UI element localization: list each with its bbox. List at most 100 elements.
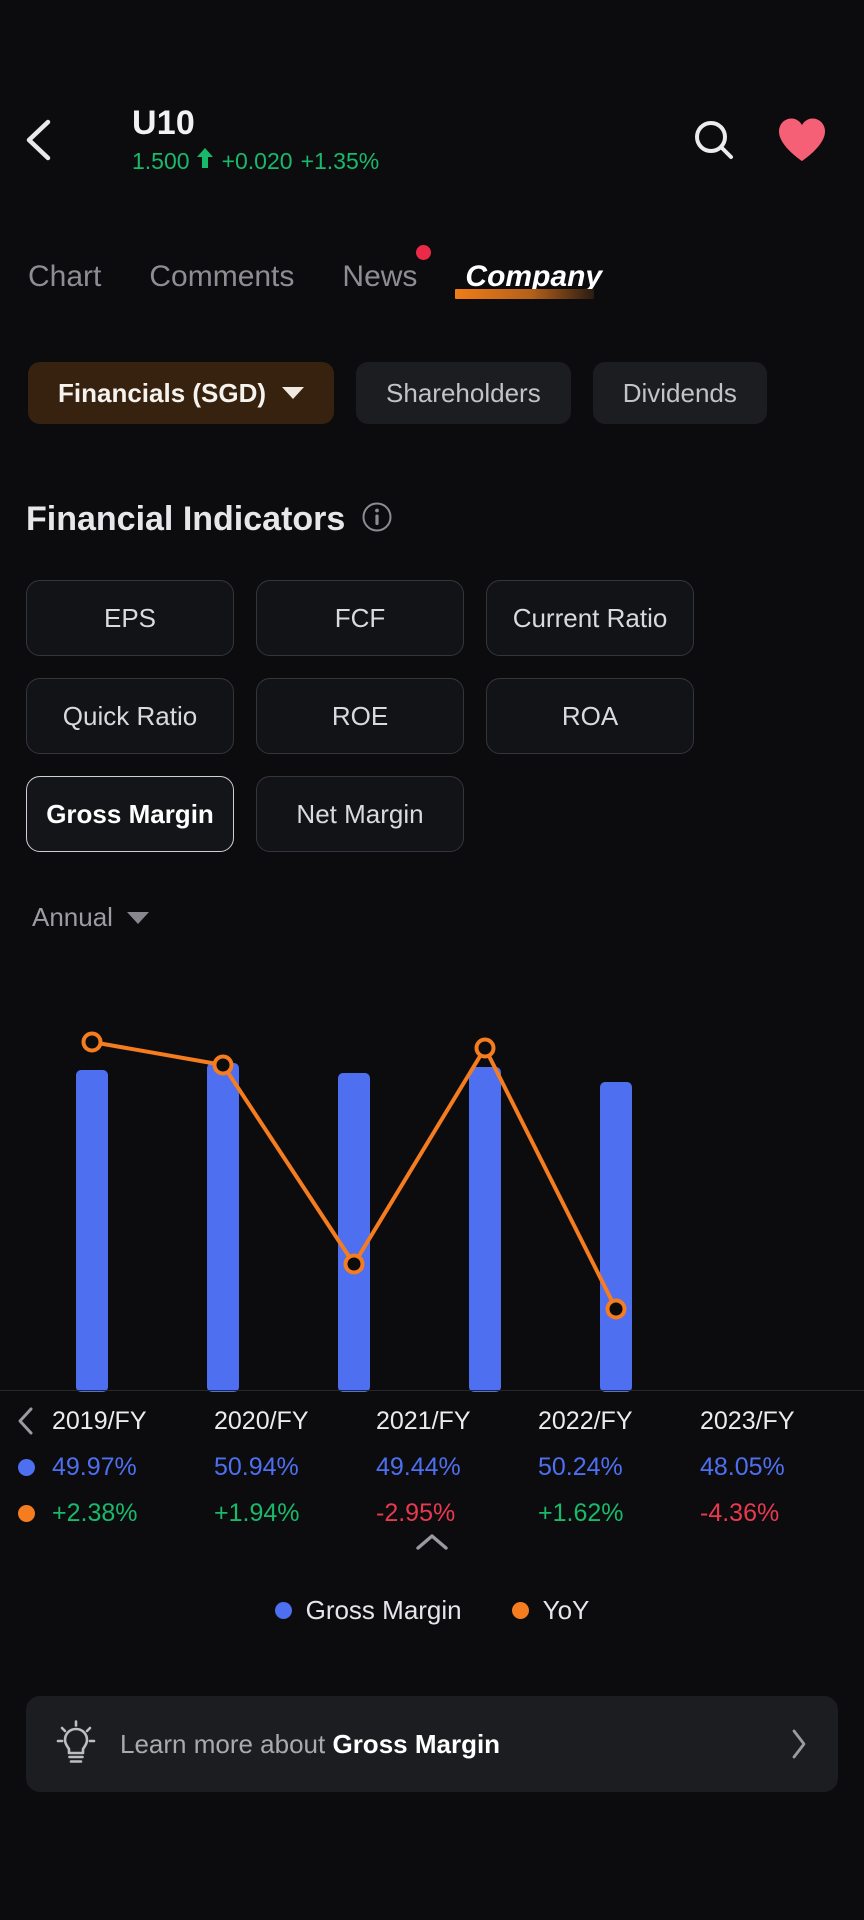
- subtab-label: Shareholders: [386, 377, 541, 408]
- gross-margin-cell: 49.44%: [376, 1452, 461, 1481]
- header-actions: [690, 116, 864, 164]
- info-icon: [362, 502, 392, 532]
- main-tabs: Chart Comments News Company: [0, 245, 864, 320]
- gross-margin-cell: 50.94%: [214, 1452, 299, 1481]
- tab-comments[interactable]: Comments: [125, 258, 318, 296]
- chart-legend: Gross Margin YoY: [0, 1595, 864, 1626]
- tab-label: Comments: [149, 260, 295, 293]
- chart-baseline: [0, 1390, 864, 1391]
- chip-label: Gross Margin: [46, 798, 214, 829]
- tab-company[interactable]: Company: [441, 258, 626, 299]
- price-up-arrow-icon: [196, 146, 214, 176]
- chevron-down-icon: [126, 911, 149, 924]
- bar-2019: [76, 1070, 108, 1392]
- chip-label: EPS: [103, 602, 157, 633]
- chevron-left-icon: [18, 1407, 33, 1435]
- subtab-dividends[interactable]: Dividends: [592, 362, 767, 424]
- collapse-table-button[interactable]: [0, 1530, 864, 1556]
- chip-label: ROA: [561, 700, 619, 731]
- yoy-cell: +1.62%: [538, 1498, 624, 1527]
- line-point-2020: [212, 1054, 234, 1076]
- chip-roe[interactable]: ROE: [256, 678, 464, 754]
- yoy-cell: -2.95%: [376, 1498, 456, 1527]
- title-block: U10 1.500 +0.020 +1.35%: [78, 104, 690, 176]
- chip-label: Current Ratio: [512, 602, 668, 633]
- gross-margin-cell: 49.97%: [52, 1452, 137, 1481]
- legend-item-gross-margin: Gross Margin: [274, 1595, 462, 1626]
- yoy-dot-icon: [17, 1504, 35, 1522]
- chip-eps[interactable]: EPS: [26, 580, 234, 656]
- quote-change-percent: +1.35%: [300, 147, 380, 174]
- yoy-cell: +2.38%: [52, 1498, 138, 1527]
- tab-news[interactable]: News: [318, 245, 441, 296]
- gross-margin-cell: 48.05%: [700, 1452, 785, 1481]
- chip-label: ROE: [331, 700, 389, 731]
- subtab-financials[interactable]: Financials (SGD): [28, 362, 335, 424]
- chevron-down-icon: [282, 387, 305, 399]
- financial-chart[interactable]: [0, 1010, 864, 1392]
- legend-item-yoy: YoY: [511, 1595, 590, 1626]
- tab-label: Chart: [28, 260, 102, 293]
- year-cell: 2023/FY: [700, 1406, 795, 1435]
- prev-period-button[interactable]: [0, 1405, 52, 1437]
- yoy-cell: -4.36%: [700, 1498, 780, 1527]
- legend-dot-icon: [511, 1602, 529, 1619]
- news-unread-badge: [416, 245, 432, 260]
- section-header: Financial Indicators: [26, 500, 393, 539]
- chart-data-table: 2019/FY 2020/FY 2021/FY 2022/FY 2023/FY …: [0, 1398, 864, 1536]
- legend-dot-icon: [274, 1602, 292, 1619]
- legend-label: Gross Margin: [305, 1595, 462, 1625]
- favorite-button[interactable]: [776, 116, 828, 164]
- bar-2022: [469, 1067, 501, 1392]
- chip-net-margin[interactable]: Net Margin: [256, 776, 464, 852]
- period-selector[interactable]: Annual: [32, 902, 149, 933]
- bar-2021: [338, 1073, 370, 1392]
- heart-icon: [779, 118, 825, 161]
- learn-more-text: Learn more about Gross Margin: [120, 1729, 766, 1760]
- chip-gross-margin[interactable]: Gross Margin: [26, 776, 234, 852]
- app-screen: U10 1.500 +0.020 +1.35% Chart Comments N…: [0, 0, 864, 1920]
- year-cell: 2019/FY: [52, 1406, 147, 1435]
- chip-label: Net Margin: [296, 798, 424, 829]
- gross-margin-dot-icon: [17, 1458, 35, 1476]
- yoy-cell: +1.94%: [214, 1498, 300, 1527]
- period-label: Annual: [32, 902, 113, 932]
- chevron-up-icon: [416, 1534, 448, 1550]
- learn-more-banner[interactable]: Learn more about Gross Margin: [26, 1696, 838, 1792]
- chip-current-ratio[interactable]: Current Ratio: [486, 580, 694, 656]
- bar-2020: [207, 1063, 239, 1392]
- company-subtabs: Financials (SGD) Shareholders Dividends: [28, 362, 767, 424]
- chart-canvas: [76, 1031, 632, 1392]
- chevron-left-icon: [26, 119, 51, 161]
- line-point-2022: [474, 1037, 496, 1059]
- indicator-chips: EPS FCF Current Ratio Quick Ratio ROE RO…: [26, 580, 838, 852]
- search-icon: [695, 121, 733, 159]
- bar-series: [76, 1063, 632, 1392]
- subtab-shareholders[interactable]: Shareholders: [356, 362, 571, 424]
- chip-label: FCF: [334, 602, 386, 633]
- chip-quick-ratio[interactable]: Quick Ratio: [26, 678, 234, 754]
- back-button[interactable]: [0, 98, 78, 182]
- yoy-dot-cell: [0, 1504, 52, 1522]
- line-point-2023: [605, 1298, 627, 1320]
- year-cell: 2022/FY: [538, 1406, 633, 1435]
- chip-label: Quick Ratio: [62, 700, 198, 731]
- year-cell: 2021/FY: [376, 1406, 471, 1435]
- tab-chart[interactable]: Chart: [28, 258, 125, 296]
- ticker-symbol: U10: [132, 103, 195, 142]
- gross-margin-dot-cell: [0, 1458, 52, 1476]
- subtab-label: Financials (SGD): [58, 377, 267, 408]
- line-point-2021: [343, 1253, 365, 1275]
- page-title: Financial Indicators: [26, 500, 346, 538]
- chip-fcf[interactable]: FCF: [256, 580, 464, 656]
- lightbulb-icon: [56, 1720, 96, 1763]
- gross-margin-cell: 50.24%: [538, 1452, 623, 1481]
- year-cell: 2020/FY: [214, 1406, 309, 1435]
- app-header: U10 1.500 +0.020 +1.35%: [0, 98, 864, 182]
- tab-label: News: [342, 260, 418, 293]
- info-button[interactable]: [361, 501, 393, 538]
- subtab-label: Dividends: [622, 377, 737, 408]
- chip-roa[interactable]: ROA: [486, 678, 694, 754]
- search-button[interactable]: [690, 116, 738, 164]
- legend-label: YoY: [542, 1595, 590, 1625]
